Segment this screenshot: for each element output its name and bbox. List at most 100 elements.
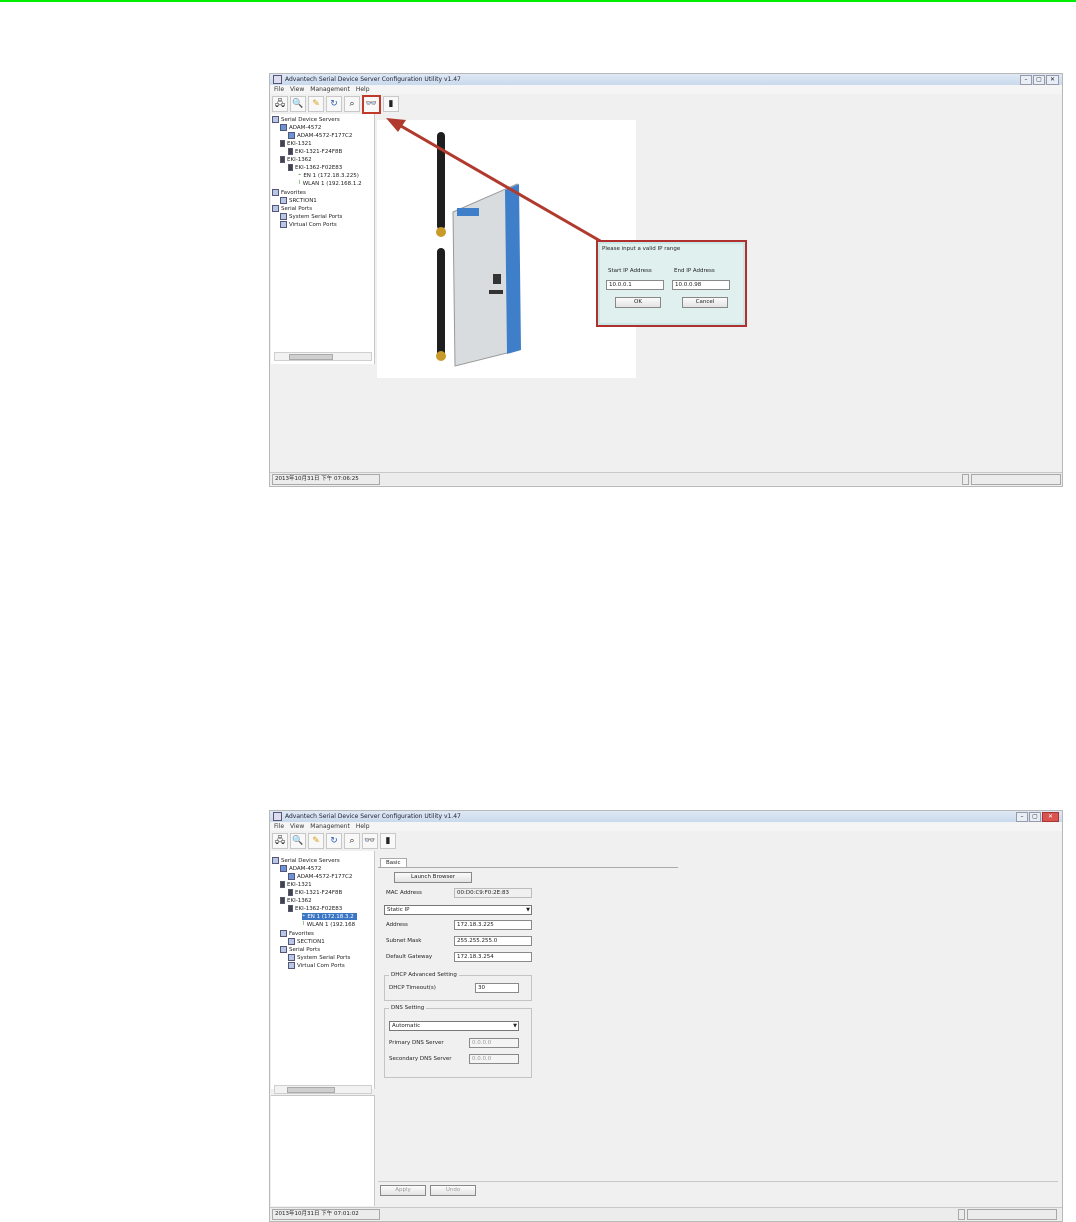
- zoom-icon[interactable]: ⌕: [344, 96, 360, 112]
- maximize-button[interactable]: ▢: [1033, 75, 1045, 85]
- end-ip-input[interactable]: 10.0.0.98: [672, 280, 730, 290]
- dhcp-timeout-label: DHCP Timeout(s): [389, 985, 436, 991]
- tree-node[interactable]: System Serial Ports: [280, 213, 342, 220]
- edit-icon[interactable]: ✎: [308, 96, 324, 112]
- undo-button[interactable]: Undo: [430, 1185, 476, 1196]
- menu-view[interactable]: View: [290, 86, 304, 93]
- scroll-thumb[interactable]: [289, 354, 333, 360]
- ip-mode-select[interactable]: Static IP ▼: [384, 905, 532, 915]
- dialog-title: Please input a valid IP range: [602, 246, 681, 252]
- antenna-icon: [288, 905, 293, 912]
- status-bar: 2013年10月31日 下午 07:06:25: [270, 472, 1062, 485]
- edit-icon[interactable]: ✎: [308, 833, 324, 849]
- tree-node[interactable]: System Serial Ports: [288, 954, 350, 961]
- tree-node[interactable]: ⌁ EN 1 (172.18.3.225): [298, 172, 359, 179]
- launch-browser-button[interactable]: Launch Browser: [394, 872, 472, 883]
- chevron-down-icon: ▼: [513, 1023, 517, 1029]
- address-input[interactable]: 172.18.3.225: [454, 920, 532, 930]
- start-ip-input[interactable]: 10.0.0.1: [606, 280, 664, 290]
- gateway-input[interactable]: 172.18.3.254: [454, 952, 532, 962]
- utility-window-bottom: Advantech Serial Device Server Configura…: [269, 810, 1063, 1222]
- antenna-icon: [280, 897, 285, 904]
- menu-file[interactable]: File: [274, 823, 284, 830]
- dns-mode-select[interactable]: Automatic ▼: [389, 1021, 519, 1031]
- status-datetime: 2013年10月31日 下午 07:01:02: [272, 1209, 380, 1220]
- search-icon[interactable]: 🔍: [290, 833, 306, 849]
- tree-node[interactable]: EKI-1321: [280, 140, 312, 147]
- antenna-icon: [280, 140, 285, 147]
- address-label: Address: [386, 922, 408, 928]
- tree-node[interactable]: ⌇ WLAN 1 (192.168: [302, 921, 355, 928]
- ok-button[interactable]: OK: [615, 297, 661, 308]
- minimize-button[interactable]: –: [1020, 75, 1032, 85]
- tree-node[interactable]: ADAM-4572: [280, 124, 321, 131]
- tree-node[interactable]: EKI-1362: [280, 897, 312, 904]
- door-icon[interactable]: ▮: [380, 833, 396, 849]
- dns-group-title: DNS Setting: [389, 1005, 427, 1011]
- subnet-input[interactable]: 255.255.255.0: [454, 936, 532, 946]
- binoculars-icon[interactable]: 👓: [362, 94, 381, 114]
- status-datetime: 2013年10月31日 下午 07:06:25: [272, 474, 380, 485]
- tree-node[interactable]: ⌇ WLAN 1 (192.168.1.2: [298, 180, 362, 187]
- menu-management[interactable]: Management: [310, 86, 350, 93]
- tab-basic[interactable]: Basic: [380, 858, 407, 867]
- menu-bar: File View Management Help: [270, 822, 1062, 831]
- tree-node-selected[interactable]: ⌁ EN 1 (172.18.3.2: [302, 913, 357, 920]
- tree-node[interactable]: SRCTION1: [280, 197, 317, 204]
- tree-node[interactable]: EKI-1362-F02E83: [288, 164, 342, 171]
- menu-file[interactable]: File: [274, 86, 284, 93]
- tree-node[interactable]: Virtual Com Ports: [288, 962, 345, 969]
- tree-node[interactable]: EKI-1362-F02E83: [288, 905, 342, 912]
- antenna-icon: [280, 156, 285, 163]
- title-bar: Advantech Serial Device Server Configura…: [270, 74, 1062, 85]
- network-icon[interactable]: 🖧: [272, 96, 288, 112]
- dhcp-timeout-input[interactable]: 30: [475, 983, 519, 993]
- zoom-icon[interactable]: ⌕: [344, 833, 360, 849]
- scroll-thumb[interactable]: [287, 1087, 335, 1093]
- antenna-bottom: [437, 248, 445, 358]
- menu-management[interactable]: Management: [310, 823, 350, 830]
- binoculars-icon[interactable]: 👓: [362, 833, 378, 849]
- tree-node[interactable]: EKI-1321: [280, 881, 312, 888]
- tree-node[interactable]: Serial Device Servers: [272, 116, 340, 123]
- tree-node[interactable]: EKI-1321-F24F8B: [288, 889, 342, 896]
- folder-icon: [288, 938, 295, 945]
- close-button[interactable]: ✕: [1046, 75, 1059, 85]
- device-icon: [280, 124, 287, 131]
- cancel-button[interactable]: Cancel: [682, 297, 728, 308]
- antenna-icon: [288, 164, 293, 171]
- close-button[interactable]: ✕: [1042, 812, 1059, 822]
- network-icon[interactable]: 🖧: [272, 833, 288, 849]
- tree-node[interactable]: Virtual Com Ports: [280, 221, 337, 228]
- mac-value: 00:D0:C9:F0:2E:83: [454, 888, 532, 898]
- tree-horizontal-scrollbar[interactable]: [274, 352, 372, 361]
- refresh-icon[interactable]: ↻: [326, 833, 342, 849]
- tree-node[interactable]: Serial Device Servers: [272, 857, 340, 864]
- lan-icon: ⌁: [302, 913, 306, 919]
- menu-help[interactable]: Help: [356, 86, 370, 93]
- tree-node[interactable]: ADAM-4572-F177C2: [288, 873, 352, 880]
- gateway-label: Default Gateway: [386, 954, 433, 960]
- tree-node[interactable]: Favorites: [272, 189, 306, 196]
- maximize-button[interactable]: ▢: [1029, 812, 1041, 822]
- favorites-icon: [272, 189, 279, 196]
- tree-node[interactable]: ADAM-4572-F177C2: [288, 132, 352, 139]
- tree-node[interactable]: ADAM-4572: [280, 865, 321, 872]
- refresh-icon[interactable]: ↻: [326, 96, 342, 112]
- tree-node[interactable]: EKI-1321-F24F8B: [288, 148, 342, 155]
- tree-node[interactable]: Serial Ports: [272, 205, 312, 212]
- menu-view[interactable]: View: [290, 823, 304, 830]
- serial-port-icon: [280, 946, 287, 953]
- apply-button[interactable]: Apply: [380, 1185, 426, 1196]
- tree-node[interactable]: EKI-1362: [280, 156, 312, 163]
- tree-node[interactable]: Favorites: [280, 930, 314, 937]
- device-icon: [288, 873, 295, 880]
- device-icon: [288, 132, 295, 139]
- tree-node[interactable]: Serial Ports: [280, 946, 320, 953]
- tree-horizontal-scrollbar[interactable]: [274, 1085, 372, 1094]
- tree-node[interactable]: SECTION1: [288, 938, 325, 945]
- window-title: Advantech Serial Device Server Configura…: [285, 813, 461, 820]
- search-icon[interactable]: 🔍: [290, 96, 306, 112]
- minimize-button[interactable]: –: [1016, 812, 1028, 822]
- menu-help[interactable]: Help: [356, 823, 370, 830]
